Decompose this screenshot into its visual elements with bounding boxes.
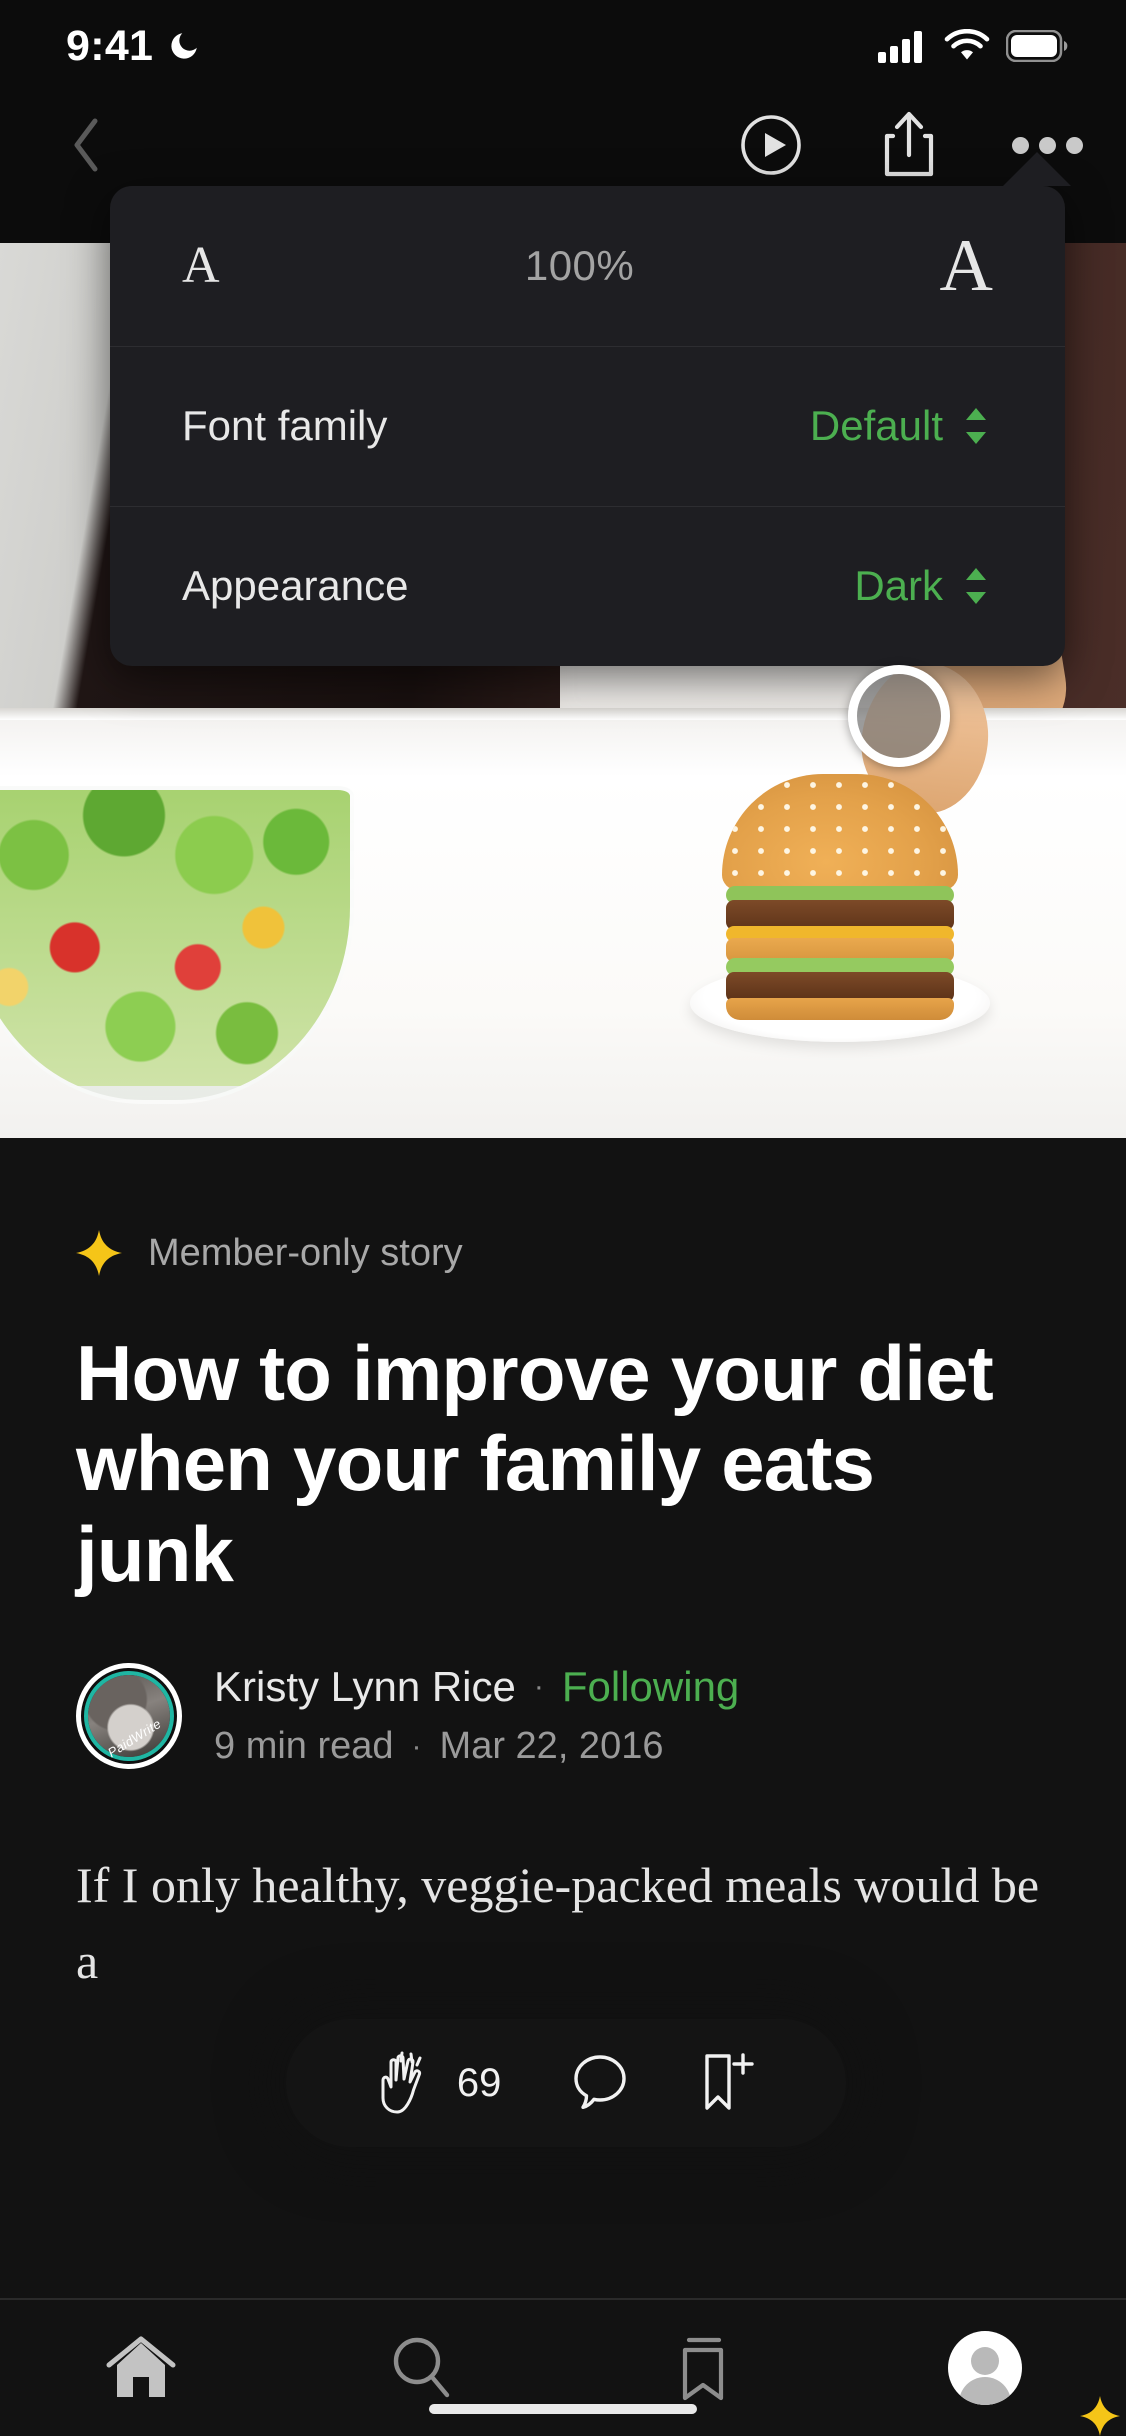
font-size-row: A 100% A	[110, 186, 1065, 346]
star-four-point-icon	[76, 1230, 122, 1276]
clap-icon	[381, 2051, 422, 2114]
appearance-value: Dark	[854, 562, 943, 609]
appearance-value-group[interactable]: Dark	[854, 562, 993, 610]
tab-library[interactable]	[563, 2300, 845, 2436]
hero-burger-bun-top	[722, 774, 958, 890]
popover-arrow	[1003, 152, 1071, 186]
author-name[interactable]: Kristy Lynn Rice	[214, 1663, 516, 1711]
byline-meta-row: 9 min read · Mar 22, 2016	[214, 1725, 739, 1768]
byline: PaidWrite Kristy Lynn Rice · Following 9…	[76, 1663, 1050, 1770]
publish-date: Mar 22, 2016	[439, 1725, 664, 1768]
tab-search[interactable]	[282, 2300, 564, 2436]
battery-full-icon	[1006, 30, 1068, 62]
hero-burger	[722, 774, 958, 1020]
tab-profile[interactable]	[845, 2300, 1126, 2436]
search-icon	[394, 2337, 450, 2398]
font-family-row[interactable]: Font family Default	[110, 346, 1065, 506]
follow-button[interactable]: Following	[562, 1663, 739, 1711]
bookmark-button[interactable]	[699, 2051, 757, 2115]
navigation-bar	[0, 92, 1126, 198]
article-body-paragraph: If I only healthy, veggie-packed meals w…	[76, 1857, 1040, 1990]
phone-screen: 9:41 A 100% A Font family Default Appear…	[0, 0, 1126, 2436]
byline-separator: ·	[533, 1670, 544, 1704]
clap-button[interactable]: 69	[375, 2050, 502, 2116]
appearance-label: Appearance	[182, 562, 409, 609]
page-title: How to improve your diet when your famil…	[76, 1329, 994, 1598]
read-time: 9 min read	[214, 1725, 394, 1768]
font-size-percent: 100%	[524, 242, 635, 289]
reader-settings-popover: A 100% A Font family Default Appearance …	[110, 186, 1065, 666]
font-family-label: Font family	[182, 402, 388, 449]
profile-avatar-icon	[948, 2331, 1023, 2405]
chevron-up-down-icon[interactable]	[959, 563, 993, 609]
status-bar-left: 9:41	[66, 21, 201, 70]
font-family-value: Default	[809, 402, 943, 449]
member-only-label: Member-only story	[148, 1231, 463, 1274]
back-button[interactable]	[54, 113, 118, 177]
meta-separator: ·	[411, 1729, 422, 1763]
play-circle-icon	[741, 115, 801, 175]
bookmark-icon	[682, 2337, 723, 2401]
article-action-bar: 69	[286, 2019, 846, 2147]
share-button[interactable]	[874, 110, 944, 180]
hero-salad	[0, 790, 350, 1086]
decrease-font-size-button[interactable]: A	[182, 240, 220, 292]
chevron-up-down-icon[interactable]	[959, 403, 993, 449]
increase-font-size-button[interactable]: A	[940, 229, 993, 303]
clap-count: 69	[456, 2060, 502, 2105]
member-only-badge: Member-only story	[76, 1230, 1050, 1276]
chevron-left-icon	[74, 118, 98, 172]
status-bar: 9:41	[0, 0, 1126, 92]
hero-salad-bowl	[0, 786, 354, 1104]
moon-icon	[171, 33, 198, 59]
bookmark-plus-icon	[705, 2053, 754, 2110]
star-four-point-icon	[1080, 2396, 1120, 2436]
status-bar-right	[878, 29, 1068, 63]
wifi-icon	[944, 29, 990, 60]
home-indicator	[429, 2404, 697, 2414]
three-dots-icon	[1011, 136, 1083, 154]
signal-bars-icon	[878, 31, 922, 63]
touch-cursor	[848, 665, 950, 767]
font-family-value-group[interactable]: Default	[810, 402, 993, 450]
home-icon	[106, 2336, 176, 2397]
comment-bubble-icon	[574, 2055, 626, 2109]
appearance-row[interactable]: Appearance Dark	[110, 506, 1065, 666]
avatar[interactable]: PaidWrite	[76, 1663, 182, 1770]
hero-burger-bun-bottom	[726, 998, 954, 1020]
tab-bar	[0, 2300, 1126, 2436]
comment-button[interactable]	[571, 2052, 629, 2114]
profile-avatar-body	[959, 2377, 1012, 2405]
share-up-icon	[884, 111, 934, 177]
byline-lines: Kristy Lynn Rice · Following 9 min read …	[214, 1663, 739, 1768]
byline-author-row: Kristy Lynn Rice · Following	[214, 1663, 739, 1711]
tab-home[interactable]	[0, 2300, 282, 2436]
status-time: 9:41	[66, 21, 154, 70]
listen-button[interactable]	[736, 110, 806, 180]
